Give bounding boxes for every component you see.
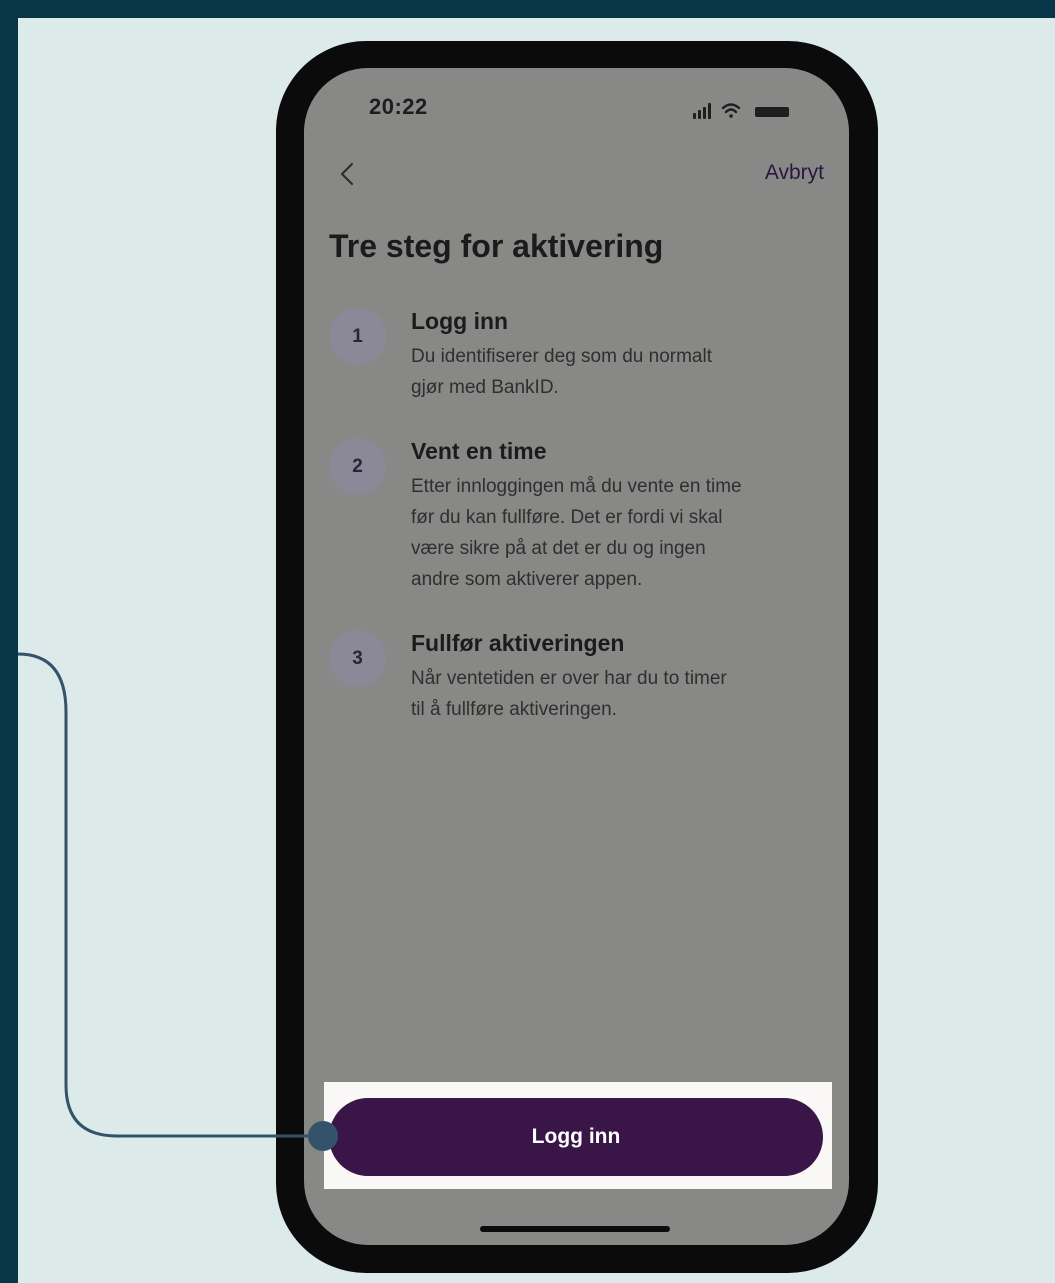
login-button[interactable]: Logg inn [329,1098,823,1176]
step-description-line: til å fullføre aktiveringen. [411,699,617,720]
step-description-line: andre som aktiverer appen. [411,569,643,590]
step-description: Når ventetiden er over har du to timer t… [411,663,831,725]
signal-icon [693,103,711,119]
step-number: 3 [329,630,386,687]
step-description-line: Etter innloggingen må du vente en time [411,476,742,497]
step-description: Du identifiserer deg som du normalt gjør… [411,341,831,403]
step-description-line: være sikre på at det er du og ingen [411,538,706,559]
wifi-icon [721,103,741,118]
step-number: 2 [329,438,386,495]
page-title: Tre steg for aktivering [329,228,664,264]
step-description-line: før du kan fullføre. Det er fordi vi ska… [411,507,723,528]
step-title: Fullfør aktiveringen [411,630,625,656]
cancel-link[interactable]: Avbryt [765,161,824,185]
status-time: 20:22 [369,94,428,119]
step-description-line: gjør med BankID. [411,377,559,398]
home-indicator [480,1226,670,1232]
phone-screen: 20:22 Avbryt Tre steg for aktivering 1 L… [304,68,849,1245]
battery-icon [755,107,789,117]
status-icons [693,103,789,119]
step-description-line: Når ventetiden er over har du to timer [411,668,727,689]
step-title: Vent en time [411,438,547,464]
step-description: Etter innloggingen må du vente en time f… [411,471,831,595]
step-number: 1 [329,308,386,365]
step-description-line: Du identifiserer deg som du normalt [411,346,712,367]
back-chevron-icon[interactable] [334,158,362,190]
step-title: Logg inn [411,308,509,334]
